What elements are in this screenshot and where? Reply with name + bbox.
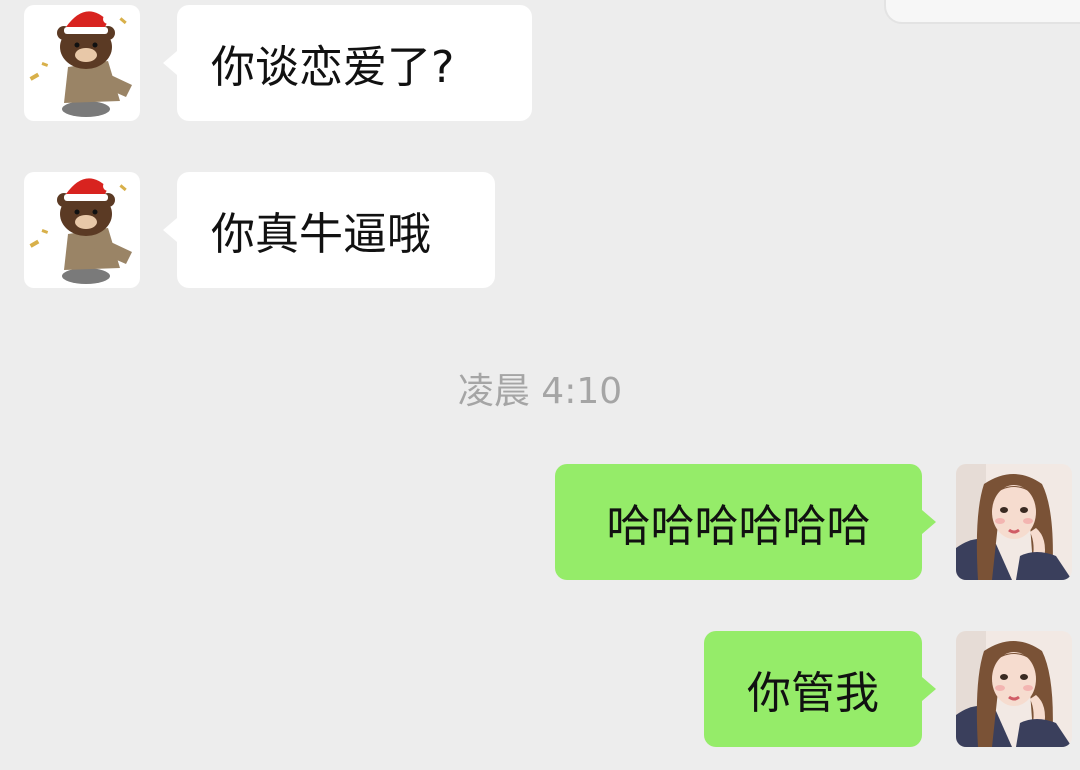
incoming-message-bubble[interactable]: 你真牛逼哦 (177, 172, 495, 288)
message-text: 你管我 (747, 668, 879, 719)
girl-portrait-icon (956, 631, 1072, 747)
bear-sticker-icon (24, 5, 140, 121)
contact-avatar[interactable] (24, 172, 140, 288)
bubble-tail (163, 51, 177, 75)
message-timestamp: 凌晨 4:10 (457, 371, 623, 412)
incoming-message-bubble[interactable]: 你谈恋爱了? (177, 5, 532, 121)
top-popup-card (884, 0, 1080, 24)
outgoing-message-bubble[interactable]: 你管我 (704, 631, 922, 747)
bubble-tail (163, 218, 177, 242)
self-avatar[interactable] (956, 631, 1072, 747)
contact-avatar[interactable] (24, 5, 140, 121)
self-avatar[interactable] (956, 464, 1072, 580)
bear-sticker-icon (24, 172, 140, 288)
bubble-tail (922, 677, 936, 701)
message-text: 你谈恋爱了? (211, 42, 455, 93)
message-text: 哈哈哈哈哈哈 (606, 501, 871, 552)
message-text: 你真牛逼哦 (211, 209, 431, 260)
outgoing-message-bubble[interactable]: 哈哈哈哈哈哈 (555, 464, 922, 580)
bubble-tail (922, 510, 936, 534)
girl-portrait-icon (956, 464, 1072, 580)
